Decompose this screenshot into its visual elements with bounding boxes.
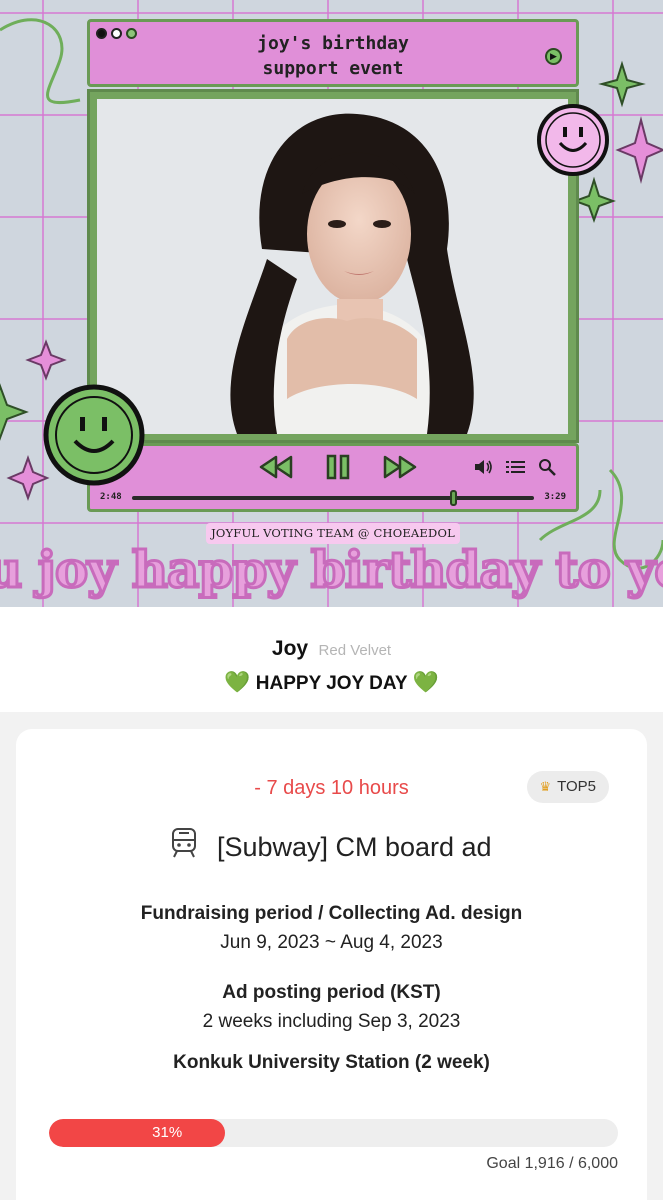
birthday-banner-text: u joy happy birthday to yo — [0, 539, 663, 601]
seek-knob[interactable] — [449, 490, 457, 506]
player-screen — [87, 89, 579, 443]
ad-product-title: [Subway] CM board ad — [216, 832, 492, 862]
player-controls: 2:48 3:29 — [87, 443, 579, 512]
artist-photo-illustration — [97, 99, 568, 434]
total-time: 3:29 — [544, 492, 566, 502]
ad-location: Konkuk University Station (2 week) — [173, 1052, 490, 1073]
green-heart-icon: 💚 — [224, 671, 251, 694]
artist-row: Joy Red Velvet — [0, 637, 663, 661]
funding-progress-bar: 31% — [49, 1119, 618, 1147]
search-icon[interactable] — [538, 458, 556, 476]
volume-icon[interactable] — [474, 459, 494, 475]
fast-forward-icon[interactable] — [382, 454, 418, 480]
player-utility-icons — [474, 458, 556, 476]
next-arrow-icon: ▶ — [545, 48, 562, 65]
green-heart-icon: 💚 — [412, 671, 439, 694]
event-page: joy's birthday support event ▶ 2:48 3:29… — [0, 0, 663, 1200]
fundraising-label: Fundraising period / Collecting Ad. desi… — [140, 903, 523, 924]
current-time: 2:48 — [100, 492, 122, 502]
playlist-icon[interactable] — [506, 459, 526, 475]
banner-title: joy's birthday support event — [90, 31, 576, 81]
banner-title-line2: support event — [262, 58, 404, 79]
artist-info: Joy Red Velvet 💚 HAPPY JOY DAY 💚 — [0, 607, 663, 712]
subway-train-icon — [172, 828, 197, 858]
event-headline: 💚 HAPPY JOY DAY 💚 — [0, 671, 663, 695]
ad-product: [Subway] CM board ad — [16, 827, 647, 863]
pause-icon[interactable] — [326, 454, 350, 480]
fundraising-dates: Jun 9, 2023 ~ Aug 4, 2023 — [220, 932, 443, 953]
media-player-frame: joy's birthday support event ▶ 2:48 3:29 — [87, 19, 579, 512]
player-titlebar: joy's birthday support event ▶ — [87, 19, 579, 87]
green-smiley-icon — [43, 384, 145, 486]
rewind-icon[interactable] — [258, 454, 294, 480]
progress-fill: 31% — [49, 1119, 226, 1147]
seek-bar[interactable] — [132, 490, 534, 506]
artist-name[interactable]: Joy — [272, 637, 308, 660]
posting-period: 2 weeks including Sep 3, 2023 — [202, 1011, 461, 1032]
funding-goal: Goal 1,916 / 6,000 — [486, 1155, 618, 1172]
crown-icon: ♛ — [539, 779, 552, 794]
pink-smiley-icon — [537, 104, 609, 176]
playback-buttons — [258, 454, 418, 480]
ad-card[interactable]: - 7 days 10 hours ♛ TOP5 [Subway] CM boa… — [16, 729, 647, 1200]
rank-badge: ♛ TOP5 — [526, 771, 609, 803]
banner-title-line1: joy's birthday — [257, 33, 409, 54]
headline-text: HAPPY JOY DAY — [255, 673, 408, 694]
posting-label: Ad posting period (KST) — [222, 982, 441, 1003]
artist-group[interactable]: Red Velvet — [319, 642, 392, 659]
event-banner: joy's birthday support event ▶ 2:48 3:29… — [0, 0, 663, 607]
artist-photo — [97, 99, 568, 434]
rank-badge-label: TOP5 — [557, 778, 596, 795]
